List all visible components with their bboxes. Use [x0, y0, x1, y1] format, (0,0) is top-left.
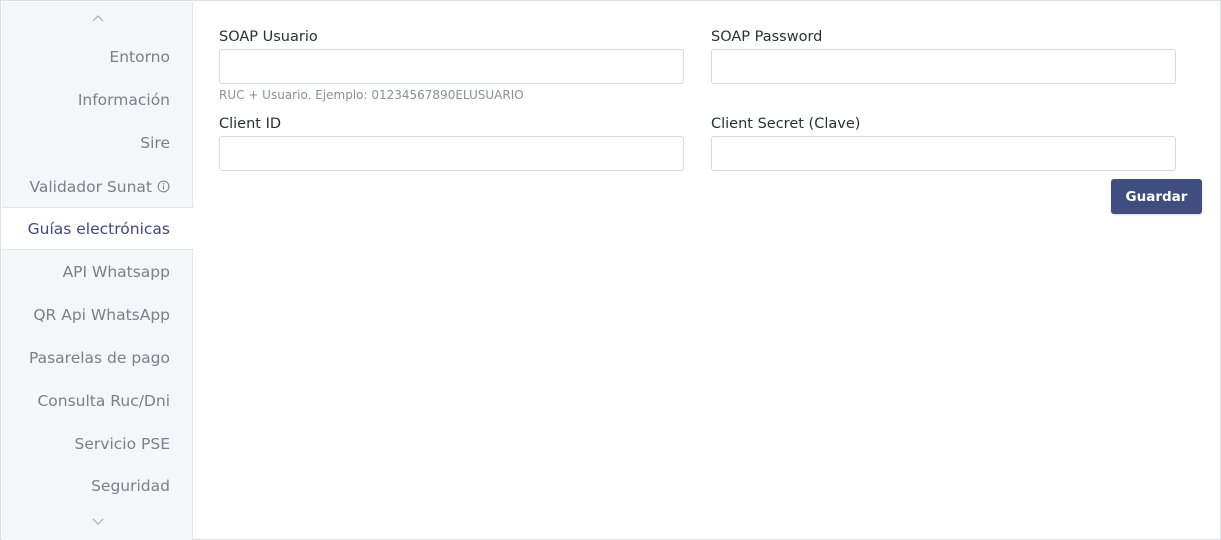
sidebar-item-validador-sunat[interactable]: Validador Sunat — [2, 165, 193, 208]
client-id-label: Client ID — [219, 116, 282, 132]
sidebar-item-guias-electronicas[interactable]: Guías electrónicas — [2, 207, 194, 250]
sidebar-item-label: Validador Sunat — [29, 177, 152, 196]
sidebar-item-label: Información — [77, 90, 170, 109]
sidebar-item-label: QR Api WhatsApp — [33, 305, 170, 324]
sidebar-item-label: API Whatsapp — [62, 262, 170, 281]
settings-sidebar: Entorno Información Sire Validador Sunat… — [2, 2, 194, 540]
sidebar-item-label: Seguridad — [91, 476, 170, 495]
info-icon — [157, 180, 170, 193]
sidebar-item-label: Entorno — [109, 47, 170, 66]
sidebar-item-servicio-pse[interactable]: Servicio PSE — [2, 422, 193, 465]
sidebar-item-pasarelas-de-pago[interactable]: Pasarelas de pago — [2, 336, 193, 379]
save-button[interactable]: Guardar — [1111, 179, 1202, 214]
soap-usuario-help-text: RUC + Usuario. Ejemplo: 01234567890ELUSU… — [219, 88, 524, 102]
soap-password-label: SOAP Password — [711, 29, 823, 45]
sidebar-item-label: Consulta Ruc/Dni — [37, 391, 170, 410]
sidebar-item-api-whatsapp[interactable]: API Whatsapp — [2, 250, 193, 293]
sidebar-item-entorno[interactable]: Entorno — [2, 35, 193, 78]
sidebar-item-seguridad[interactable]: Seguridad — [2, 464, 193, 507]
sidebar-item-label: Servicio PSE — [74, 434, 170, 453]
client-id-input[interactable] — [219, 136, 684, 171]
soap-usuario-input[interactable] — [219, 49, 684, 84]
sidebar-item-label: Pasarelas de pago — [28, 348, 170, 367]
chevron-down-icon[interactable] — [2, 512, 193, 532]
guias-electronicas-form: SOAP Usuario RUC + Usuario. Ejemplo: 012… — [194, 2, 1220, 540]
sidebar-item-informacion[interactable]: Información — [2, 78, 193, 121]
client-secret-input[interactable] — [711, 136, 1176, 171]
soap-usuario-label: SOAP Usuario — [219, 29, 318, 45]
soap-password-input[interactable] — [711, 49, 1176, 84]
sidebar-item-sire[interactable]: Sire — [2, 121, 193, 164]
client-secret-label: Client Secret (Clave) — [711, 116, 861, 132]
sidebar-item-qr-api-whatsapp[interactable]: QR Api WhatsApp — [2, 293, 193, 336]
chevron-up-icon[interactable] — [2, 8, 193, 28]
sidebar-item-label: Guías electrónicas — [27, 219, 170, 238]
sidebar-item-label: Sire — [140, 133, 170, 152]
settings-panel: Entorno Información Sire Validador Sunat… — [0, 0, 1221, 540]
sidebar-item-consulta-ruc-dni[interactable]: Consulta Ruc/Dni — [2, 379, 193, 422]
